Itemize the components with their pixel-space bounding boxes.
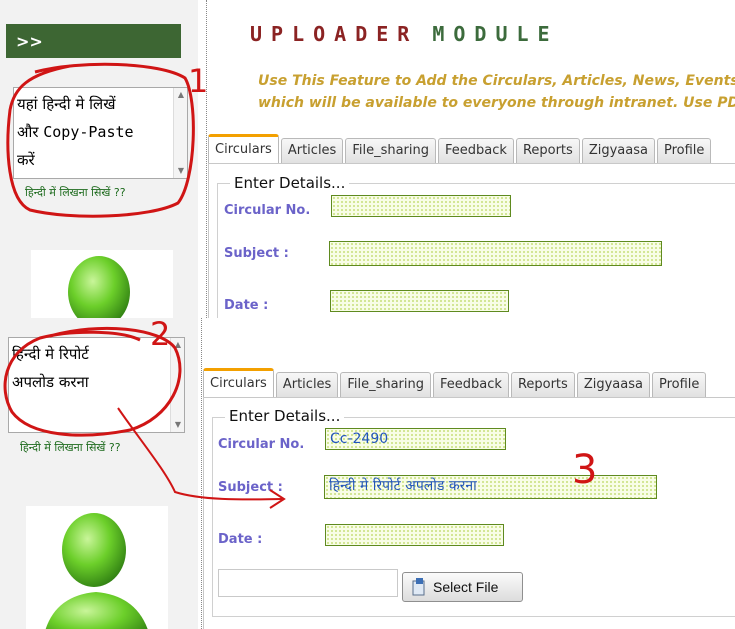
sidebar: >> यहां हिन्दी मे लिखें और Copy-Paste कर…: [0, 0, 198, 318]
module-title: UPLOADER MODULE: [250, 22, 559, 46]
tab-bar: Circulars Articles File_sharing Feedback…: [203, 368, 707, 397]
expand-arrow-bar[interactable]: >>: [6, 24, 181, 58]
tab-reports[interactable]: Reports: [515, 138, 580, 163]
hindi-box-line: करें: [17, 151, 35, 169]
user-avatar: [31, 250, 173, 318]
scroll-down-icon[interactable]: ▼: [174, 164, 188, 178]
circular-no-label: Circular No.: [224, 203, 311, 218]
tab-reports[interactable]: Reports: [510, 372, 575, 397]
circular-no-label: Circular No.: [218, 437, 305, 452]
hindi-box-line: Copy-Paste: [43, 123, 134, 141]
subject-input[interactable]: हिन्दी मे रिपोर्ट अपलोड करना: [324, 475, 657, 499]
user-avatar: [26, 506, 168, 629]
tab-circulars[interactable]: Circulars: [208, 134, 279, 163]
tab-profile[interactable]: Profile: [656, 138, 712, 163]
tab-zigyaasa[interactable]: Zigyaasa: [576, 372, 650, 397]
subject-label: Subject :: [224, 246, 289, 261]
circular-no-input[interactable]: Cc-2490: [325, 428, 506, 450]
hindi-box-line: और: [17, 123, 44, 141]
title-word-module: MODULE: [432, 22, 559, 46]
annotation-number-2: 2: [150, 315, 171, 353]
circular-no-input[interactable]: [331, 195, 511, 217]
learn-hindi-link[interactable]: हिन्दी में लिखना सिखें ??: [20, 440, 121, 455]
module-description: Use This Feature to Add the Circulars, A…: [258, 70, 735, 114]
sidebar-divider: [206, 0, 207, 318]
tab-articles[interactable]: Articles: [275, 372, 339, 397]
tab-articles[interactable]: Articles: [280, 138, 344, 163]
sidebar: हिन्दी मे रिपोर्ट अपलोड करना ▲ ▼ हिन्दी …: [0, 318, 198, 629]
details-legend: Enter Details...: [225, 407, 345, 425]
annotation-number-3: 3: [572, 447, 598, 493]
learn-hindi-link[interactable]: हिन्दी में लिखना सिखें ??: [25, 185, 126, 200]
description-line: which will be available to everyone thro…: [258, 95, 735, 111]
details-legend: Enter Details...: [230, 174, 350, 192]
scrollbar[interactable]: ▲ ▼: [173, 88, 187, 178]
tab-zigyaasa[interactable]: Zigyaasa: [581, 138, 655, 163]
description-line: Use This Feature to Add the Circulars, A…: [258, 73, 735, 89]
hindi-box-line: हिन्दी मे रिपोर्ट: [12, 345, 89, 363]
scroll-up-icon[interactable]: ▲: [171, 338, 185, 352]
scroll-down-icon[interactable]: ▼: [171, 418, 185, 432]
hindi-box-line: यहां हिन्दी मे लिखें: [17, 95, 116, 113]
tab-feedback[interactable]: Feedback: [433, 372, 509, 397]
subject-input[interactable]: [329, 241, 662, 266]
subject-label: Subject :: [218, 480, 283, 495]
screenshot-bottom: हिन्दी मे रिपोर्ट अपलोड करना ▲ ▼ हिन्दी …: [0, 318, 735, 629]
upload-file-icon: [412, 578, 425, 596]
hindi-input-box[interactable]: यहां हिन्दी मे लिखें और Copy-Paste करें …: [13, 87, 188, 179]
scrollbar[interactable]: ▲ ▼: [170, 338, 184, 432]
date-input[interactable]: [330, 290, 509, 312]
tab-profile[interactable]: Profile: [651, 372, 707, 397]
tab-circulars[interactable]: Circulars: [203, 368, 274, 397]
user-avatar-icon: [45, 513, 148, 629]
tab-feedback[interactable]: Feedback: [438, 138, 514, 163]
hindi-box-line: अपलोड करना: [12, 373, 89, 391]
date-label: Date :: [224, 298, 269, 313]
scroll-up-icon[interactable]: ▲: [174, 88, 188, 102]
screenshot-top: >> यहां हिन्दी मे लिखें और Copy-Paste कर…: [0, 0, 735, 318]
tab-file-sharing[interactable]: File_sharing: [345, 138, 437, 163]
user-avatar-icon: [68, 256, 130, 318]
date-input[interactable]: [325, 524, 504, 546]
tab-bar: Circulars Articles File_sharing Feedback…: [208, 134, 712, 163]
title-word-uploader: UPLOADER: [250, 22, 419, 46]
select-file-label: Select File: [433, 579, 499, 595]
annotation-number-1: 1: [188, 62, 209, 100]
date-label: Date :: [218, 532, 263, 547]
select-file-button[interactable]: Select File: [402, 572, 523, 602]
tab-file-sharing[interactable]: File_sharing: [340, 372, 432, 397]
sidebar-divider: [201, 318, 202, 629]
file-path-field[interactable]: [218, 569, 398, 597]
